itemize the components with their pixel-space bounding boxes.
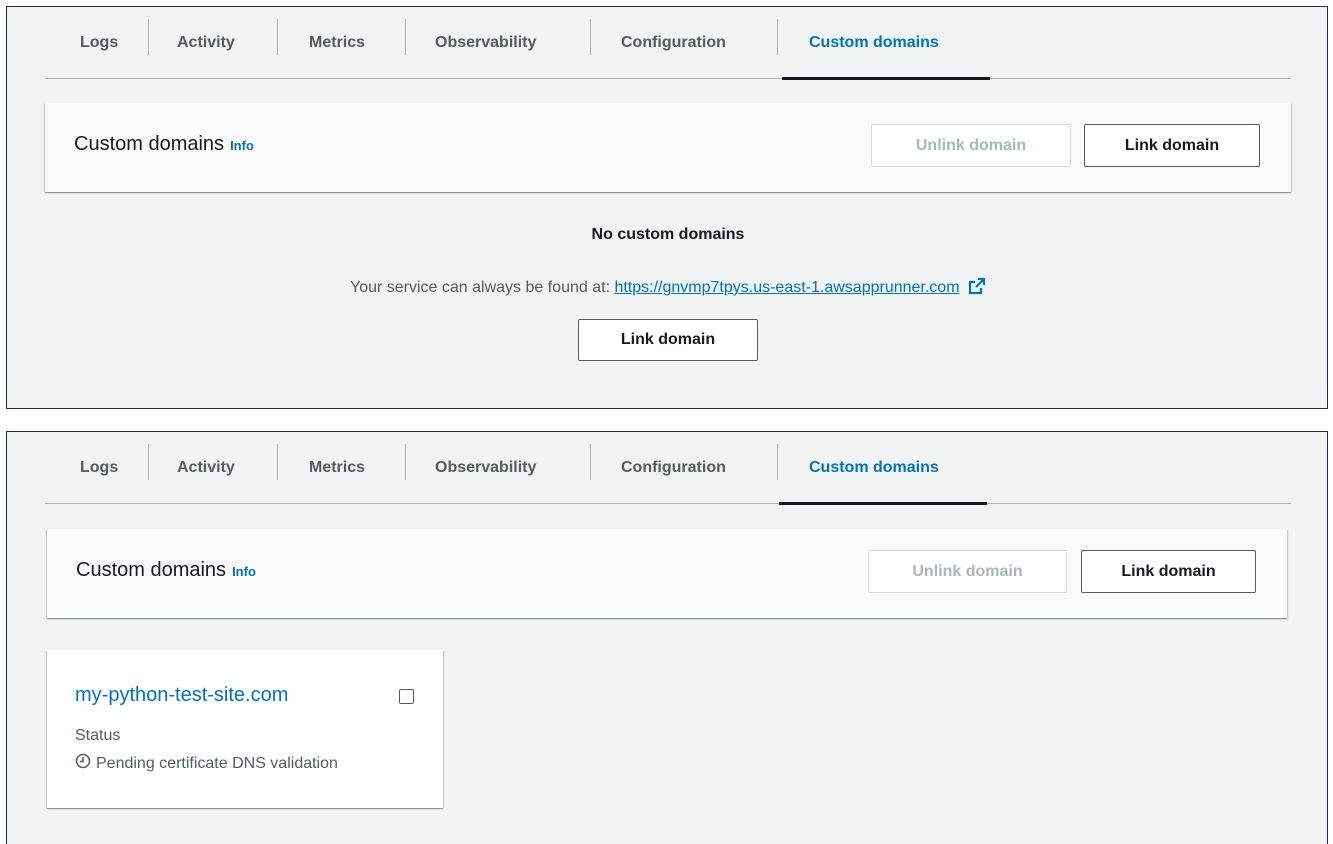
tab-divider <box>777 19 778 55</box>
custom-domains-panel-list: Logs Activity Metrics Observability Conf… <box>6 431 1328 844</box>
tab-divider <box>148 19 149 55</box>
info-link[interactable]: Info <box>230 138 254 153</box>
tab-metrics[interactable]: Metrics <box>309 432 365 504</box>
link-domain-button[interactable]: Link domain <box>1084 124 1260 167</box>
status-label: Status <box>75 727 121 744</box>
domain-name-link[interactable]: my-python-test-site.com <box>75 684 288 707</box>
tab-divider <box>590 19 591 55</box>
status-value: Pending certificate DNS validation <box>75 753 338 774</box>
link-domain-button[interactable]: Link domain <box>1081 550 1256 593</box>
tab-divider <box>405 444 406 480</box>
active-tab-indicator <box>779 502 987 505</box>
external-link-icon[interactable] <box>968 277 986 300</box>
empty-state-text: Your service can always be found at: <box>350 279 611 296</box>
tab-metrics[interactable]: Metrics <box>309 7 365 79</box>
tab-observability[interactable]: Observability <box>435 7 536 79</box>
tab-custom-domains[interactable]: Custom domains <box>809 7 939 79</box>
tab-activity[interactable]: Activity <box>177 432 235 504</box>
tab-bar: Logs Activity Metrics Observability Conf… <box>45 432 1291 505</box>
domain-select-checkbox[interactable] <box>399 689 414 704</box>
tab-divider <box>277 19 278 55</box>
unlink-domain-button[interactable]: Unlink domain <box>868 550 1067 593</box>
tab-bar: Logs Activity Metrics Observability Conf… <box>45 7 1291 80</box>
custom-domains-panel-empty: Logs Activity Metrics Observability Conf… <box>6 6 1328 409</box>
tab-configuration[interactable]: Configuration <box>621 432 726 504</box>
empty-state-link-domain-button[interactable]: Link domain <box>578 319 758 361</box>
tab-activity[interactable]: Activity <box>177 7 235 79</box>
tab-custom-domains[interactable]: Custom domains <box>809 432 939 504</box>
service-url-link[interactable]: https://gnvmp7tpys.us-east-1.awsapprunne… <box>614 279 959 296</box>
empty-state-description: Your service can always be found at: htt… <box>7 277 1329 300</box>
tab-logs[interactable]: Logs <box>80 7 118 79</box>
custom-domains-header: Custom domains Info Unlink domain Link do… <box>47 529 1287 618</box>
domain-card: my-python-test-site.com Status Pending c… <box>47 650 443 808</box>
section-title-text: Custom domains <box>76 559 227 581</box>
section-title-text: Custom domains <box>74 133 225 155</box>
active-tab-indicator <box>782 77 990 80</box>
tab-divider <box>777 444 778 480</box>
tab-divider <box>590 444 591 480</box>
section-title: Custom domains Info <box>74 133 254 156</box>
tab-divider <box>277 444 278 480</box>
tab-logs[interactable]: Logs <box>80 432 118 504</box>
info-link[interactable]: Info <box>232 564 256 579</box>
tab-divider <box>148 444 149 480</box>
tab-divider <box>405 19 406 55</box>
clock-icon <box>75 753 91 774</box>
custom-domains-header: Custom domains Info Unlink domain Link do… <box>45 103 1291 192</box>
tab-observability[interactable]: Observability <box>435 432 536 504</box>
tab-configuration[interactable]: Configuration <box>621 7 726 79</box>
unlink-domain-button[interactable]: Unlink domain <box>871 124 1071 167</box>
section-title: Custom domains Info <box>76 559 256 582</box>
status-text: Pending certificate DNS validation <box>96 754 338 772</box>
empty-state-title: No custom domains <box>591 226 745 243</box>
